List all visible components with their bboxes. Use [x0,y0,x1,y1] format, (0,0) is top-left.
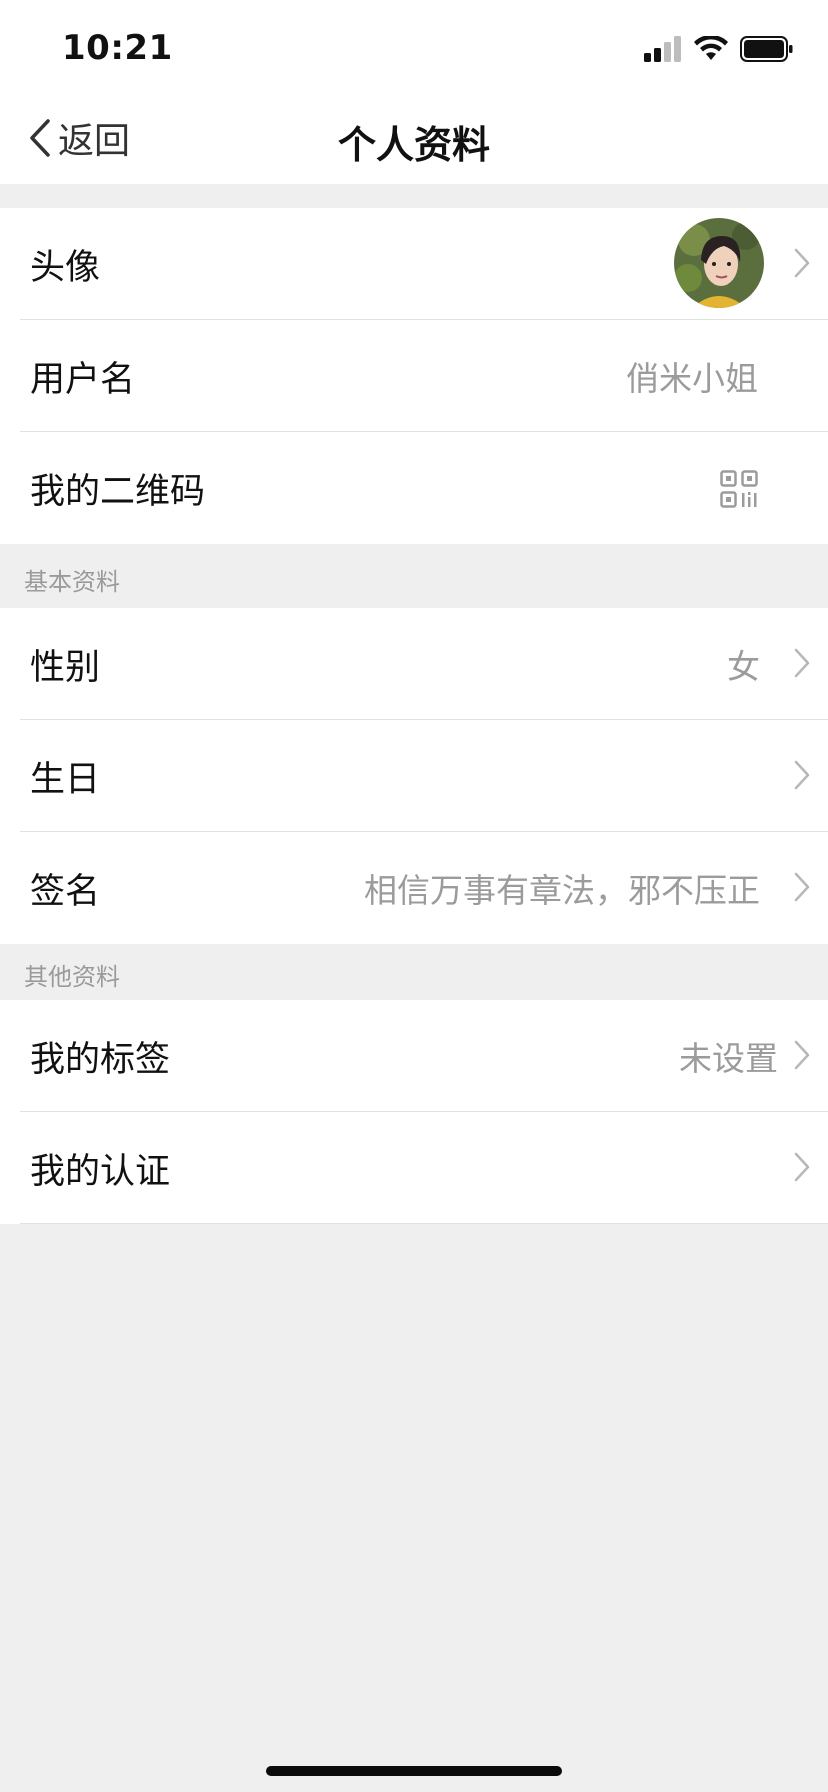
username-row[interactable]: 用户名 俏米小姐 [0,320,828,432]
section-header-basic: 基本资料 [0,544,828,608]
certification-row[interactable]: 我的认证 [0,1112,828,1224]
chevron-right-icon [794,872,810,902]
nav-bar: 返回 个人资料 [0,92,828,184]
status-time: 10:21 [62,28,173,68]
divider [20,1223,828,1224]
signature-row[interactable]: 签名 相信万事有章法，邪不压正 [0,832,828,944]
gender-label: 性别 [30,647,101,688]
chevron-right-icon [794,248,810,278]
section-header-other-label: 其他资料 [24,963,120,991]
avatar [674,218,764,308]
status-icons [644,36,794,62]
avatar-label: 头像 [30,247,101,288]
cellular-signal-icon [644,36,681,62]
tags-label: 我的标签 [30,1039,171,1080]
page-title: 个人资料 [337,123,490,167]
chevron-right-icon [794,760,810,790]
qrcode-label: 我的二维码 [30,471,206,512]
wifi-icon [694,36,728,60]
certification-label: 我的认证 [30,1151,171,1192]
tags-row[interactable]: 我的标签 未设置 [0,1000,828,1112]
battery-icon [740,36,793,62]
qr-code-icon [720,470,758,508]
signature-label: 签名 [30,871,101,912]
gender-row[interactable]: 性别 女 [0,608,828,720]
profile-group: 头像 用户名 俏米小姐 我的二维码 [0,208,828,544]
section-header-basic-label: 基本资料 [24,568,120,596]
username-value: 俏米小姐 [626,359,758,398]
signature-value: 相信万事有章法，邪不压正 [364,871,760,910]
birthday-row[interactable]: 生日 [0,720,828,832]
chevron-right-icon [794,1040,810,1070]
other-info-group: 我的标签 未设置 我的认证 [0,1000,828,1224]
status-bar: 10:21 [0,0,828,92]
chevron-right-icon [794,1152,810,1182]
basic-info-group: 性别 女 生日 签名 相信万事有章法，邪不压正 [0,608,828,944]
qrcode-row[interactable]: 我的二维码 [0,432,828,544]
home-indicator [266,1766,562,1776]
chevron-right-icon [794,648,810,678]
gender-value: 女 [727,647,760,686]
birthday-label: 生日 [30,759,101,800]
username-label: 用户名 [30,359,136,400]
avatar-row[interactable]: 头像 [0,208,828,320]
section-header-other: 其他资料 [0,944,828,1000]
tags-value: 未设置 [679,1039,778,1078]
